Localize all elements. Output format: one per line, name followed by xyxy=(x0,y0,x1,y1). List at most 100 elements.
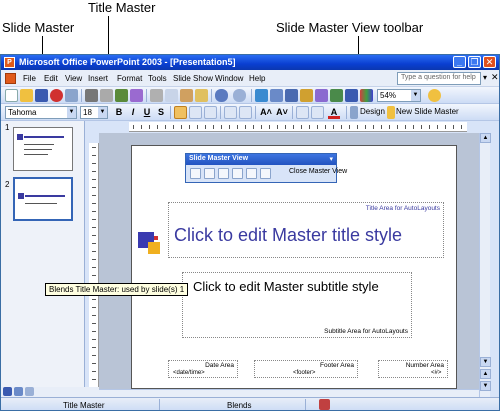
thumbnail-slide-master[interactable] xyxy=(13,127,73,171)
redo-icon[interactable] xyxy=(233,89,246,102)
save-icon[interactable] xyxy=(35,89,48,102)
insert-new-title-master-icon[interactable] xyxy=(204,168,215,179)
font-select[interactable]: Tahoma ▼ xyxy=(5,106,77,119)
design-button[interactable]: Design xyxy=(360,107,385,116)
align-left-icon[interactable] xyxy=(174,106,187,119)
ruler-tick xyxy=(333,125,334,129)
help-search-input[interactable]: Type a question for help xyxy=(397,72,481,85)
tables-borders-icon[interactable] xyxy=(285,89,298,102)
spelling-status-icon[interactable] xyxy=(319,399,330,410)
ruler-tick xyxy=(229,125,230,129)
decrease-font-size-button[interactable]: A˅ xyxy=(275,106,289,119)
menu-tools[interactable]: Tools xyxy=(148,74,167,83)
open-icon[interactable] xyxy=(20,89,33,102)
date-placeholder[interactable]: Date Area <date/time> xyxy=(168,360,238,378)
menu-slide-show[interactable]: Slide Show xyxy=(173,74,213,83)
thumbnail-title-master[interactable] xyxy=(13,177,73,221)
menu-help[interactable]: Help xyxy=(249,74,265,83)
zoom-select[interactable]: 54% ▼ xyxy=(377,89,421,102)
thumbnail-text-line xyxy=(24,144,54,145)
thumbnail-text-line xyxy=(24,154,48,155)
menu-format[interactable]: Format xyxy=(117,74,142,83)
new-icon[interactable] xyxy=(5,89,18,102)
email-icon[interactable] xyxy=(65,89,78,102)
expand-all-icon[interactable] xyxy=(330,89,343,102)
permission-icon[interactable] xyxy=(50,89,63,102)
delete-master-icon[interactable] xyxy=(218,168,229,179)
scroll-up-icon[interactable]: ▲ xyxy=(480,133,491,143)
hyperlink-icon[interactable] xyxy=(255,89,268,102)
number-placeholder[interactable]: Number Area <#> xyxy=(378,360,448,378)
slide-show-view-icon[interactable] xyxy=(25,387,34,396)
minimize-button[interactable]: _ xyxy=(453,56,466,68)
decrease-indent-icon[interactable] xyxy=(296,106,309,119)
cut-icon[interactable] xyxy=(150,89,163,102)
undo-icon[interactable] xyxy=(215,89,228,102)
italic-button[interactable]: I xyxy=(127,106,139,119)
show-formatting-icon[interactable] xyxy=(345,89,358,102)
align-center-icon[interactable] xyxy=(189,106,202,119)
toolbar-options-icon[interactable]: ▾ xyxy=(329,155,333,163)
ruler-tick xyxy=(92,259,96,260)
print-icon[interactable] xyxy=(85,89,98,102)
new-slide-master-button[interactable]: New Slide Master xyxy=(396,107,459,116)
vertical-scrollbar[interactable]: ▲ ▼ ▲ ▼ xyxy=(479,133,491,410)
shadow-button[interactable]: S xyxy=(155,106,167,119)
underline-button[interactable]: U xyxy=(141,106,153,119)
new-slide-master-icon[interactable] xyxy=(387,106,395,119)
research-icon[interactable] xyxy=(130,89,143,102)
font-size-select[interactable]: 18 ▼ xyxy=(80,106,108,119)
menu-view[interactable]: View xyxy=(65,74,82,83)
close-button[interactable]: ✕ xyxy=(483,56,496,68)
paste-icon[interactable] xyxy=(180,89,193,102)
spelling-icon[interactable] xyxy=(115,89,128,102)
print-preview-icon[interactable] xyxy=(100,89,113,102)
design-icon[interactable] xyxy=(350,106,358,119)
status-master-name: Title Master xyxy=(63,401,105,410)
close-master-view-button[interactable]: Close Master View xyxy=(289,168,347,175)
grayscale-icon[interactable] xyxy=(360,89,373,102)
thumbnail-number: 1 xyxy=(5,123,10,132)
scroll-down-icon[interactable]: ▼ xyxy=(480,357,491,367)
ruler-tick xyxy=(165,125,166,129)
menu-window[interactable]: Window xyxy=(215,74,243,83)
increase-indent-icon[interactable] xyxy=(311,106,324,119)
preserve-master-icon[interactable] xyxy=(232,168,243,179)
font-color-button[interactable]: A xyxy=(328,106,340,119)
bullets-icon[interactable] xyxy=(239,106,252,119)
master-layout-icon[interactable] xyxy=(260,168,271,179)
menu-insert[interactable]: Insert xyxy=(88,74,108,83)
subtitle-placeholder[interactable]: Click to edit Master subtitle style Subt… xyxy=(182,272,412,338)
format-painter-icon[interactable] xyxy=(195,89,208,102)
master-title-text[interactable]: Click to edit Master title style xyxy=(174,225,402,246)
document-close-icon[interactable]: ✕ xyxy=(491,72,499,83)
insert-table-icon[interactable] xyxy=(270,89,283,102)
restore-button[interactable]: ❐ xyxy=(468,56,481,68)
normal-view-icon[interactable] xyxy=(3,387,12,396)
bold-button[interactable]: B xyxy=(113,106,125,119)
previous-slide-icon[interactable]: ▲ xyxy=(480,369,491,379)
copy-icon[interactable] xyxy=(165,89,178,102)
footer-placeholder[interactable]: Footer Area <footer> xyxy=(254,360,358,378)
formatting-toolbar: Tahoma ▼ 18 ▼ B I U S A˄ A˅ A Design New… xyxy=(1,104,499,121)
ruler-tick xyxy=(92,171,96,172)
align-right-icon[interactable] xyxy=(204,106,217,119)
insert-new-slide-master-icon[interactable] xyxy=(190,168,201,179)
menu-edit[interactable]: Edit xyxy=(44,74,58,83)
help-dropdown-icon[interactable]: ▾ xyxy=(483,73,487,82)
master-subtitle-text[interactable]: Click to edit Master subtitle style xyxy=(193,279,379,294)
document-icon[interactable] xyxy=(5,73,16,84)
help-icon[interactable] xyxy=(428,89,441,102)
title-placeholder[interactable]: Title Area for AutoLayouts Click to edit… xyxy=(168,202,444,258)
slide-master-view-toolbar-title[interactable]: Slide Master View xyxy=(186,154,336,165)
insert-diagram-icon[interactable] xyxy=(315,89,328,102)
rename-master-icon[interactable] xyxy=(246,168,257,179)
insert-chart-icon[interactable] xyxy=(300,89,313,102)
ruler-tick xyxy=(141,125,142,129)
increase-font-size-button[interactable]: A˄ xyxy=(259,106,273,119)
next-slide-icon[interactable]: ▼ xyxy=(480,381,491,391)
menu-file[interactable]: File xyxy=(23,74,36,83)
slide-sorter-view-icon[interactable] xyxy=(14,387,23,396)
ruler-tick xyxy=(92,163,96,164)
numbering-icon[interactable] xyxy=(224,106,237,119)
